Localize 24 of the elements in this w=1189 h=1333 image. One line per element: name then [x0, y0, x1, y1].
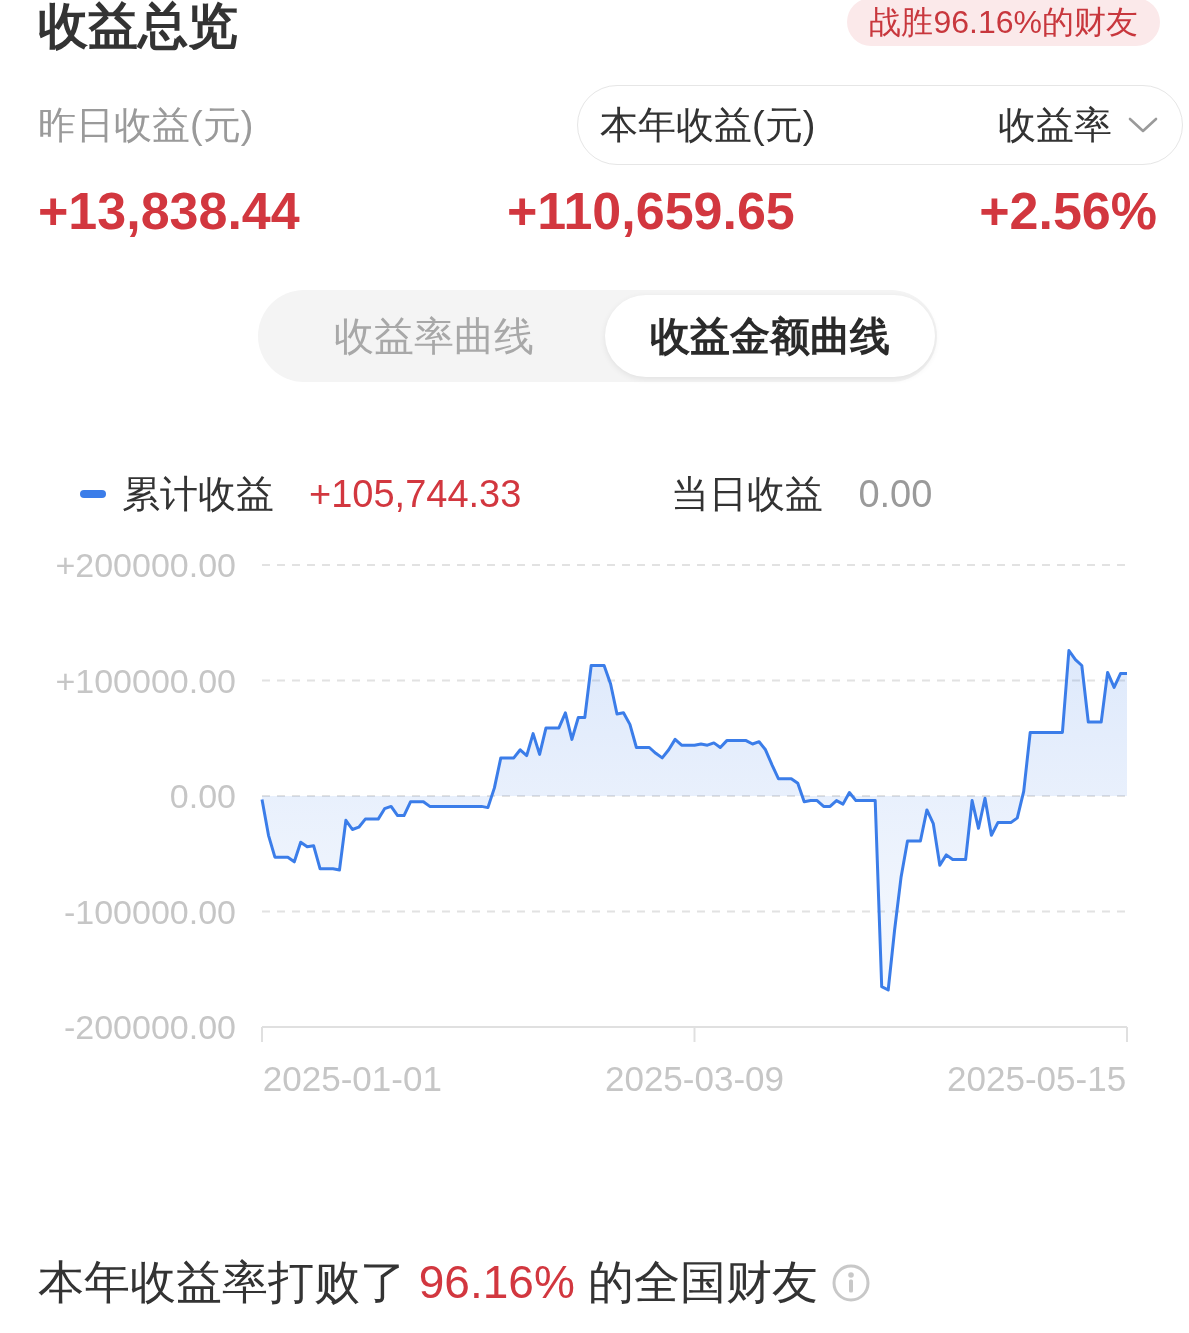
legend-label: 当日收益	[671, 471, 824, 517]
rate-dropdown[interactable]: 收益率	[998, 99, 1158, 151]
y-axis-label: +100000.00	[55, 661, 236, 700]
legend-value: +105,744.33	[309, 472, 522, 516]
x-axis-label: 2025-05-15	[947, 1059, 1127, 1098]
y-axis-label: +200000.00	[55, 546, 236, 584]
chevron-down-icon	[1128, 117, 1158, 133]
y-axis-label: -100000.00	[63, 892, 236, 931]
chart-tab[interactable]: 收益金额曲线	[605, 295, 935, 377]
yesterday-income-label: 昨日收益(元)	[38, 102, 254, 148]
rank-badge: 战胜96.16%的财友	[847, 0, 1160, 46]
legend-label: 累计收益	[122, 471, 274, 517]
yesterday-income-value: +13,838.44	[38, 181, 301, 241]
year-income-label: 本年收益(元)	[600, 102, 816, 148]
x-axis-label: 2025-03-09	[605, 1059, 784, 1098]
return-rate-value: +2.56%	[979, 181, 1157, 241]
page-title: 收益总览	[38, 0, 238, 52]
y-axis-label: 0.00	[169, 777, 236, 815]
info-icon[interactable]	[831, 1264, 870, 1302]
x-axis-label: 2025-01-01	[262, 1059, 442, 1098]
year-income-value: +110,659.65	[507, 181, 796, 241]
legend-value: 0.00	[858, 472, 933, 516]
ranking-sentence: 本年收益率打败了 96.16% 的全国财友	[38, 1255, 818, 1310]
y-axis-label: -200000.00	[63, 1008, 236, 1046]
